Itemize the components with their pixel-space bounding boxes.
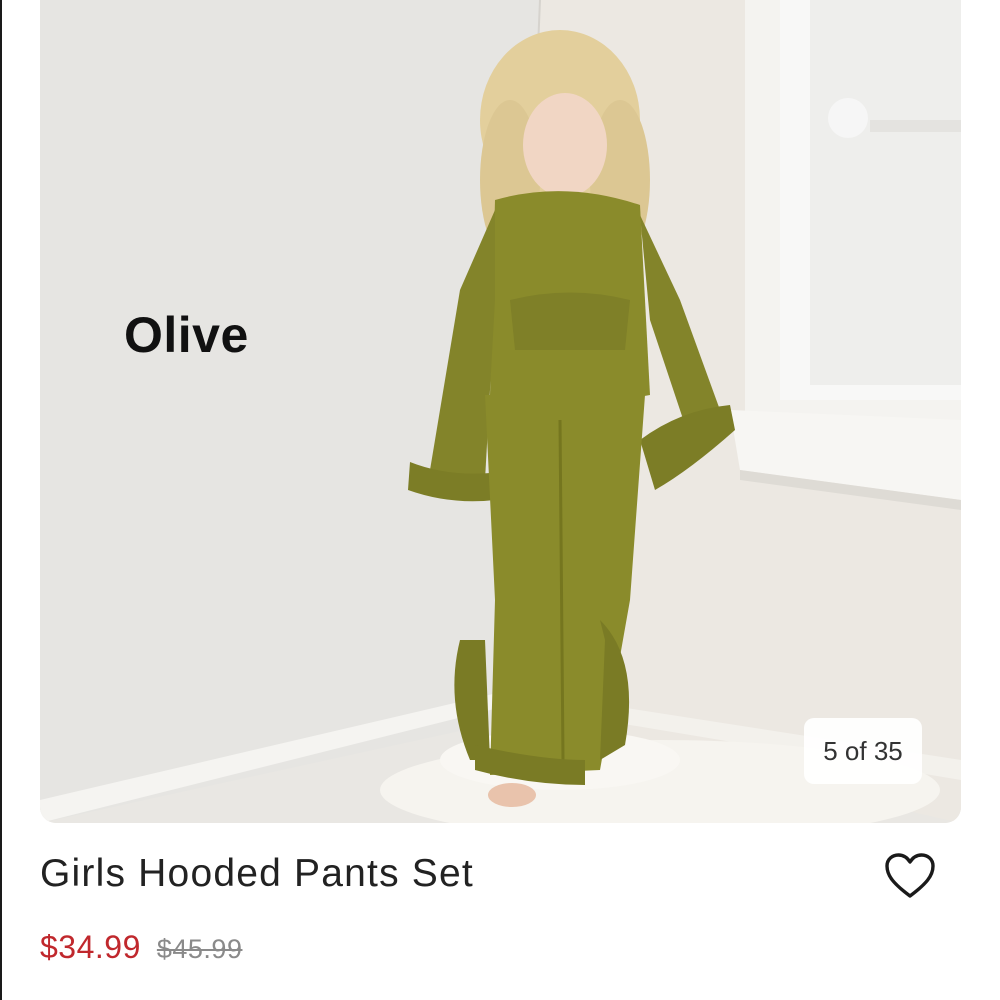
price-row: $34.99 $45.99	[40, 929, 242, 966]
product-image[interactable]: Olive 5 of 35	[40, 0, 961, 823]
original-price: $45.99	[156, 934, 243, 964]
image-counter-badge: 5 of 35	[804, 718, 922, 784]
favorite-heart-svg	[885, 853, 935, 898]
sale-price: $34.99	[40, 929, 141, 965]
product-title: Girls Hooded Pants Set	[40, 852, 474, 895]
left-edge-divider	[0, 0, 2, 1000]
color-variant-label: Olive	[124, 307, 249, 363]
product-photo	[40, 0, 961, 823]
heart-outline-icon[interactable]	[884, 852, 936, 900]
